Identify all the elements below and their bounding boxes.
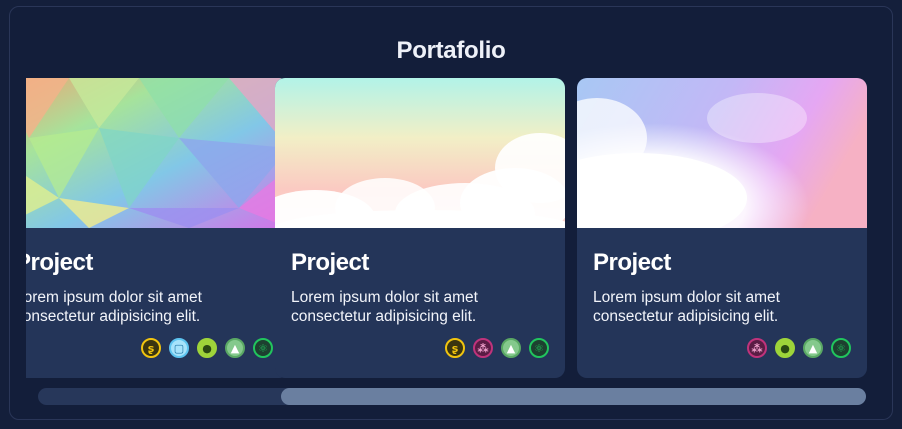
github-icon: ●	[775, 338, 795, 358]
horizontal-scrollbar[interactable]	[38, 388, 866, 405]
css-icon: ▢	[169, 338, 189, 358]
project-description: Lorem ipsum dolor sit amet consectetur a…	[291, 289, 478, 325]
vue-icon: ▲	[225, 338, 245, 358]
figma-icon: ⁂	[473, 338, 493, 358]
project-title: Project	[26, 249, 93, 276]
section-title: Portafolio	[396, 37, 506, 64]
project-image	[577, 78, 867, 228]
vue-icon: ▲	[803, 338, 823, 358]
project-card[interactable]: Project Lorem ipsum dolor sit amet conse…	[275, 78, 565, 378]
projects-carousel[interactable]: Project Lorem ipsum dolor sit amet conse…	[26, 78, 867, 379]
project-card[interactable]: Project Lorem ipsum dolor sit amet conse…	[577, 78, 867, 378]
project-description: Lorem ipsum dolor sit amet consectetur a…	[593, 289, 780, 325]
project-image	[275, 78, 565, 228]
vue-icon: ▲	[501, 338, 521, 358]
tech-icons: ʂ ▢ ● ▲ ⚛	[141, 338, 273, 358]
project-title: Project	[291, 249, 369, 276]
react-icon: ⚛	[253, 338, 273, 358]
scrollbar-thumb[interactable]	[281, 388, 866, 405]
project-title: Project	[593, 249, 671, 276]
project-image	[26, 78, 289, 228]
react-icon: ⚛	[831, 338, 851, 358]
project-card[interactable]: Project Lorem ipsum dolor sit amet conse…	[26, 78, 289, 378]
tech-icons: ʂ ⁂ ▲ ⚛	[445, 338, 549, 358]
tech-icons: ⁂ ● ▲ ⚛	[747, 338, 851, 358]
figma-icon: ⁂	[747, 338, 767, 358]
project-description: Lorem ipsum dolor sit amet consectetur a…	[26, 289, 202, 325]
sass-icon: ʂ	[141, 338, 161, 358]
github-icon: ●	[197, 338, 217, 358]
sass-icon: ʂ	[445, 338, 465, 358]
react-icon: ⚛	[529, 338, 549, 358]
